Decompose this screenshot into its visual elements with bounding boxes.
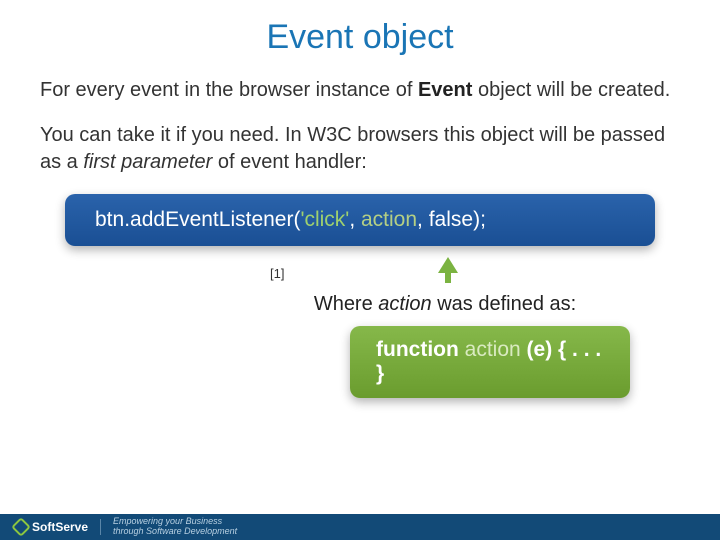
paragraph-1: For every event in the browser instance … xyxy=(40,77,680,104)
brand-tagline: Empowering your Business through Softwar… xyxy=(113,517,237,537)
text: For every event in the browser instance … xyxy=(40,79,418,101)
subline: Where action was defined as: xyxy=(210,293,680,316)
code-snippet-1: btn.addEventListener('click', action, fa… xyxy=(65,194,655,246)
code-snippet-2: function action (e) { . . . } xyxy=(350,326,630,398)
code-token: , xyxy=(349,208,361,231)
code-token-keyword: function xyxy=(376,338,459,361)
text: object will be created. xyxy=(472,79,670,101)
code-token: , false); xyxy=(417,208,486,231)
code-token: btn.addEventListener( xyxy=(95,208,300,231)
tagline-line-2: through Software Development xyxy=(113,527,237,537)
brand-name: SoftServe xyxy=(32,520,88,534)
text-em: action xyxy=(378,293,431,315)
text: Where xyxy=(314,293,378,315)
arrow-container xyxy=(40,257,680,287)
text: was defined as: xyxy=(432,293,577,315)
arrow-stem xyxy=(445,271,451,283)
slide-body: For every event in the browser instance … xyxy=(0,77,720,398)
brand-logo: SoftServe xyxy=(14,520,88,534)
text-em: first parameter xyxy=(83,151,212,173)
code-token-identifier: action xyxy=(459,338,527,361)
code-token-identifier: action xyxy=(361,208,417,231)
code-token-string: 'click' xyxy=(300,208,349,231)
logo-icon xyxy=(11,517,31,537)
text-strong: Event xyxy=(418,79,472,101)
text: of event handler: xyxy=(212,151,367,173)
paragraph-2: You can take it if you need. In W3C brow… xyxy=(40,122,680,176)
footer-bar: SoftServe Empowering your Business throu… xyxy=(0,514,720,540)
slide-title: Event object xyxy=(0,0,720,77)
divider xyxy=(100,519,101,535)
